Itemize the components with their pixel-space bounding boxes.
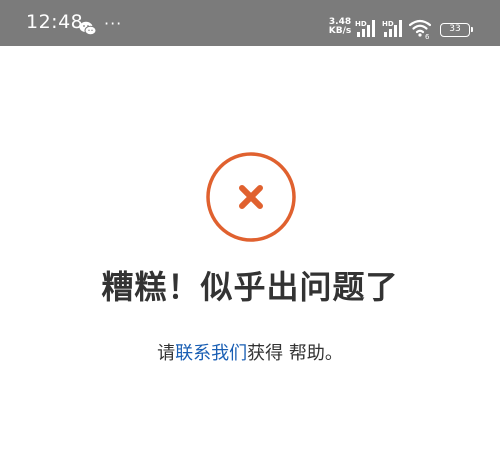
more-notifications-icon: ··· [104,14,123,33]
signal-sim2-icon [382,19,404,41]
help-prefix: 请 [157,343,176,364]
error-title: 糟糕！似乎出问题了 [101,268,399,306]
error-icon [205,151,297,247]
contact-us-link[interactable]: 联系我们 [175,343,247,364]
network-speed: 3.48 KB/s [328,18,352,36]
signal-sim1-icon [355,19,377,41]
battery-level: 33 [449,24,461,34]
network-speed-unit: KB/s [328,26,352,36]
battery-icon: 33 [440,23,473,37]
status-time: 12:48 [26,11,84,33]
wifi-generation-label: 6 [425,33,430,41]
help-suffix: 获得 帮助。 [247,343,343,364]
help-message: 请联系我们获得 帮助。 [0,339,500,365]
wechat-icon [79,21,97,40]
status-bar: 12:48 ··· 3.48 KB/s HD HD 6 33 [0,0,500,46]
